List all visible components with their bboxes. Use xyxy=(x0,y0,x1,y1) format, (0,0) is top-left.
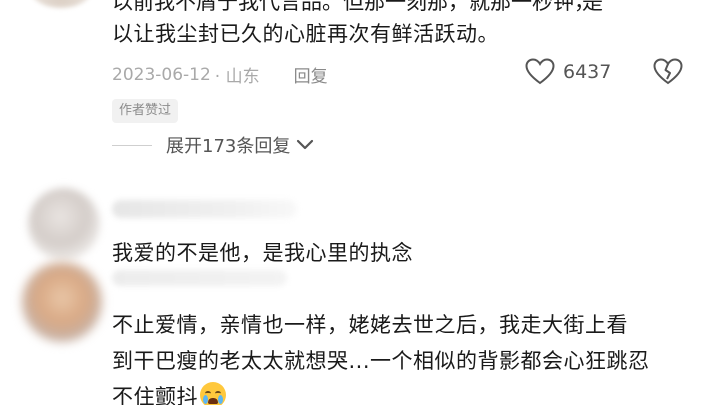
broken-heart-icon xyxy=(653,58,683,85)
like-count: 6437 xyxy=(563,60,612,83)
heart-outline-icon xyxy=(525,58,555,85)
avatar[interactable] xyxy=(30,0,92,8)
comment-text-cut-left: 以前我不屑于我代言品。但那一刻那，就那一秒钟， xyxy=(112,0,595,14)
expand-replies-label: 展开173条回复 xyxy=(166,136,291,157)
divider xyxy=(112,144,152,146)
comment-text: 以让我尘封已久的心脏再次有鲜活跃动。 xyxy=(112,22,499,46)
avatar[interactable] xyxy=(28,188,100,260)
crying-face-emoji-icon xyxy=(200,382,226,405)
comment-location: · 山东 xyxy=(214,67,260,87)
author-liked-badge: 作者赞过 xyxy=(112,99,179,123)
chevron-down-icon xyxy=(296,135,314,156)
comment-text: 不住颤抖 xyxy=(112,385,198,405)
comment-text-cut-line: 以前我不屑于我代言品。但那一刻那，就那一秒钟，是 xyxy=(112,0,603,16)
username-blurred xyxy=(112,200,297,218)
reply-button[interactable]: 回复 xyxy=(294,62,328,87)
comment-text: 到干巴瘦的老太太就想哭...一个相似的背影都会心狂跳忍 xyxy=(112,349,650,373)
comment-text: 我爱的不是他，是我心里的执念 xyxy=(112,241,413,265)
dislike-button[interactable] xyxy=(653,58,683,85)
username-blurred xyxy=(112,270,287,286)
avatar[interactable] xyxy=(22,262,102,342)
comment-date: 2023-06-12 xyxy=(112,64,211,85)
comment-meta: 2023-06-12 · 山东 回复 xyxy=(112,62,328,88)
expand-replies-button[interactable]: 展开173条回复 xyxy=(112,132,314,158)
like-button[interactable]: 6437 xyxy=(525,58,611,85)
comment-text: 不止爱情，亲情也一样，姥姥去世之后，我走大街上看 xyxy=(112,313,628,337)
comment-text-cut-right: 是 xyxy=(582,0,603,14)
comment-text-line3: 不住颤抖 xyxy=(112,381,226,405)
